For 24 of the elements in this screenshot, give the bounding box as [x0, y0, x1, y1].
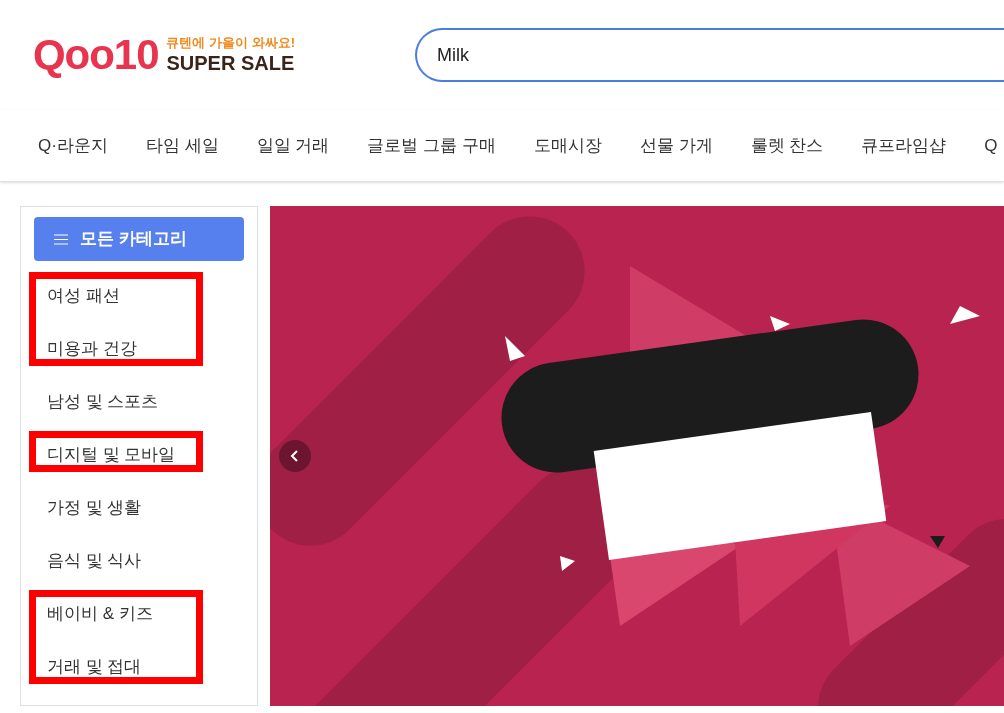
category-link[interactable]: 음식 및 식사 — [47, 547, 142, 574]
nav-link[interactable]: 타임 세일 — [145, 132, 219, 159]
category-link[interactable]: 가정 및 생활 — [47, 494, 142, 521]
menu-icon — [54, 233, 68, 245]
category-link[interactable]: 남성 및 스포츠 — [47, 388, 159, 415]
nav-link[interactable]: 룰렛 찬스 — [750, 132, 824, 159]
all-categories-button[interactable]: 모든 카테고리 — [34, 217, 244, 261]
chevron-left-icon — [290, 449, 300, 463]
category-link[interactable]: 베이비 & 키즈 — [47, 600, 153, 627]
nav-link[interactable]: Q·라운지 — [38, 132, 108, 159]
nav-link[interactable]: 선물 가게 — [639, 132, 713, 159]
search-field[interactable]: Milk — [415, 28, 1004, 82]
slogan: 큐텐에 가을이 와싸요! — [166, 34, 295, 51]
category-link[interactable]: 거래 및 접대 — [47, 653, 142, 680]
nav-link[interactable]: 일일 거래 — [256, 132, 330, 159]
nav-link[interactable]: 도매시장 — [533, 132, 602, 159]
category-link[interactable]: 디지털 및 모바일 — [47, 441, 176, 468]
category-link[interactable]: 미용과 건강 — [47, 335, 137, 362]
brand-logo[interactable]: Qoo10 — [33, 34, 159, 76]
nav-link[interactable]: Q — [984, 132, 998, 159]
nav-link[interactable]: 글로벌 그룹 구매 — [367, 132, 496, 159]
campaign-title: SUPER SALE — [166, 51, 295, 76]
nav-link[interactable]: 큐프라임샵 — [861, 132, 947, 159]
category-link[interactable]: 여성 패션 — [47, 282, 120, 309]
